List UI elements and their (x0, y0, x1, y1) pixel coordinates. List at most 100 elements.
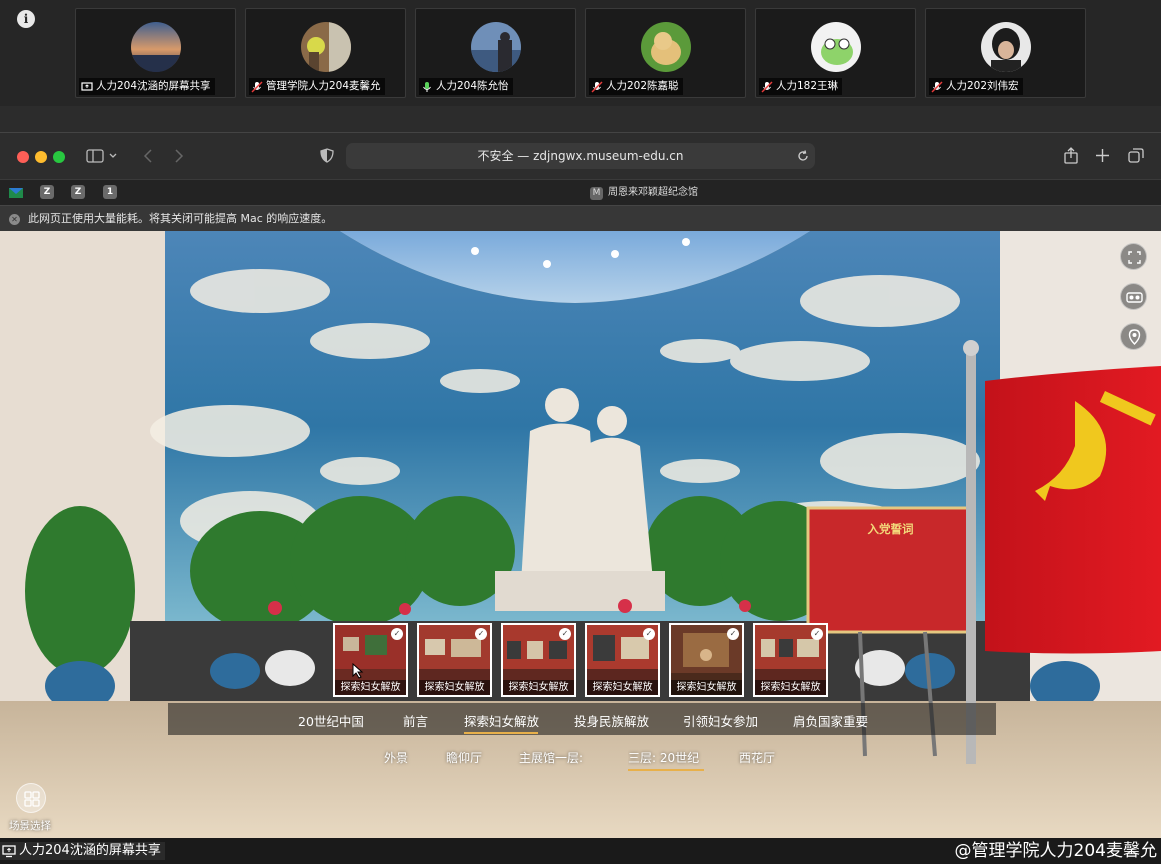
participant-tile[interactable]: 管理学院人力204麦馨允 (245, 8, 406, 98)
avatar (301, 22, 351, 72)
oath-board-title: 入党誓词 (867, 522, 914, 536)
panorama-viewport[interactable]: 入党誓词 ✓ 探索妇女解放 ✓ 探索妇女解放 ✓ 探索妇女解放 ✓ 探索妇女解放… (0, 231, 1161, 839)
participant-name-tag: 人力204沈涵的屏幕共享 (79, 78, 215, 95)
tab-title: 周恩来邓颖超纪念馆 (608, 187, 698, 198)
tab-overview-icon[interactable] (1128, 148, 1144, 163)
pinned-tab[interactable]: Z (71, 185, 85, 199)
sidebar-toggle-icon[interactable] (86, 149, 118, 163)
privacy-shield-icon[interactable] (320, 148, 334, 163)
scene-thumbnail[interactable]: ✓ 探索妇女解放 (501, 623, 576, 697)
scene-thumbnail[interactable]: ✓ 探索妇女解放 (585, 623, 660, 697)
hall-tab[interactable]: 主展馆一层: (519, 749, 583, 766)
back-arrow-icon[interactable] (143, 149, 153, 163)
visited-check-icon: ✓ (643, 628, 655, 640)
thumbnail-caption: 探索妇女解放 (587, 680, 658, 695)
active-section-indicator (464, 732, 538, 734)
mic-muted-icon (761, 80, 773, 93)
screen-share-label: 人力204沈涵的屏幕共享 (0, 842, 165, 860)
fullscreen-button[interactable] (1120, 243, 1147, 270)
avatar (471, 22, 521, 72)
maximize-window-button[interactable] (53, 151, 65, 163)
mic-muted-icon (591, 80, 603, 93)
section-tab[interactable]: 投身民族解放 (574, 711, 649, 730)
mic-muted-icon (251, 80, 263, 93)
scene-select-button[interactable] (16, 783, 46, 813)
scene-thumbnail[interactable]: ✓ 探索妇女解放 (753, 623, 828, 697)
bookmark-favicon-icon[interactable] (9, 186, 23, 200)
screen-share-icon (2, 845, 16, 858)
visited-check-icon: ✓ (559, 628, 571, 640)
browser-toolbar: 不安全 — zdjngwx.museum-edu.cn (0, 133, 1161, 179)
avatar (981, 22, 1031, 72)
vr-glasses-icon (1126, 292, 1143, 303)
section-tab[interactable]: 20世纪中国 (298, 711, 364, 730)
hall-tab[interactable]: 瞻仰厅 (446, 749, 482, 766)
thumbnail-caption: 探索妇女解放 (419, 680, 490, 695)
reload-icon[interactable] (797, 150, 809, 162)
meeting-status-bar: 人力204沈涵的屏幕共享 @管理学院人力204麦馨允 (0, 838, 1161, 864)
section-tab[interactable]: 前言 (403, 711, 428, 730)
address-bar[interactable]: 不安全 — zdjngwx.museum-edu.cn (346, 143, 815, 169)
pinned-tab[interactable]: Z (40, 185, 54, 199)
section-tab[interactable]: 引领妇女参加 (683, 711, 758, 730)
avatar (131, 22, 181, 72)
pinned-tab[interactable]: 1 (103, 185, 117, 199)
minimize-window-button[interactable] (35, 151, 47, 163)
participant-name-tag: 人力202陈嘉聪 (589, 78, 683, 95)
scene-thumbnail[interactable]: ✓ 探索妇女解放 (417, 623, 492, 697)
forward-arrow-icon[interactable] (174, 149, 184, 163)
visited-check-icon: ✓ (727, 628, 739, 640)
visited-check-icon: ✓ (391, 628, 403, 640)
hall-tab[interactable]: 外景 (384, 749, 408, 766)
participant-name: 人力202刘伟宏 (946, 80, 1019, 92)
info-icon[interactable]: i (17, 10, 35, 28)
participant-name: 人力204陈允怡 (436, 80, 509, 92)
vr-mode-button[interactable] (1120, 283, 1147, 310)
participant-tile[interactable]: 人力204陈允怡 (415, 8, 576, 98)
avatar (811, 22, 861, 72)
hall-nav: 外景 瞻仰厅 主展馆一层: 三层: 20世纪 西花厅 (0, 743, 1161, 771)
section-tab-active[interactable]: 探索妇女解放 (464, 711, 539, 730)
visited-check-icon: ✓ (475, 628, 487, 640)
browser-window: 不安全 — zdjngwx.museum-edu.cn Z Z 1 M 周恩来邓… (0, 132, 1161, 839)
new-tab-icon[interactable] (1096, 149, 1109, 162)
participant-name-tag: 人力202刘伟宏 (929, 78, 1023, 95)
tab-bar: Z Z 1 M 周恩来邓颖超纪念馆 (0, 179, 1161, 205)
energy-warning-banner: ✕ 此网页正使用大量能耗。将其关闭可能提高 Mac 的响应速度。 (0, 205, 1161, 231)
close-icon[interactable]: ✕ (9, 214, 20, 225)
grid-icon (24, 791, 40, 807)
mic-muted-icon (931, 80, 943, 93)
banner-text: 此网页正使用大量能耗。将其关闭可能提高 Mac 的响应速度。 (28, 212, 333, 225)
close-window-button[interactable] (17, 151, 29, 163)
participant-name: 人力204沈涵的屏幕共享 (96, 80, 211, 92)
url-text: 不安全 — zdjngwx.museum-edu.cn (477, 149, 684, 163)
participant-name-tag: 管理学院人力204麦馨允 (249, 78, 385, 95)
visited-check-icon: ✓ (811, 628, 823, 640)
cursor-icon (352, 663, 364, 679)
participant-tile[interactable]: 人力204沈涵的屏幕共享 (75, 8, 236, 98)
thumbnail-caption: 探索妇女解放 (503, 680, 574, 695)
location-pin-icon (1128, 329, 1141, 345)
active-speaker-label: @管理学院人力204麦馨允 (954, 841, 1157, 861)
participant-tile[interactable]: 人力202陈嘉聪 (585, 8, 746, 98)
exhibit-section-nav: 20世纪中国 前言 探索妇女解放 投身民族解放 引领妇女参加 肩负国家重要 (168, 703, 996, 735)
scene-thumbnail[interactable]: ✓ 探索妇女解放 (333, 623, 408, 697)
thumbnail-caption: 探索妇女解放 (671, 680, 742, 695)
share-icon[interactable] (1064, 147, 1078, 164)
participant-tile[interactable]: 人力202刘伟宏 (925, 8, 1086, 98)
separator (0, 106, 1161, 132)
hall-tab-active[interactable]: 三层: 20世纪 (628, 749, 704, 766)
scene-select-label: 场景选择 (9, 820, 51, 832)
thumbnail-caption: 探索妇女解放 (335, 680, 406, 695)
hall-tab[interactable]: 西花厅 (739, 749, 775, 766)
participant-name: 人力202陈嘉聪 (606, 80, 679, 92)
section-tab[interactable]: 肩负国家重要 (793, 711, 868, 730)
participant-strip: i 人力204沈涵的屏幕共享 管理学院人力204麦馨允 人力204陈允怡 人力2… (0, 0, 1161, 106)
mic-on-icon (423, 81, 431, 92)
tab-active[interactable]: M 周恩来邓颖超纪念馆 (590, 184, 698, 202)
scene-thumbnail[interactable]: ✓ 探索妇女解放 (669, 623, 744, 697)
location-button[interactable] (1120, 323, 1147, 350)
participant-tile[interactable]: 人力182王琳 (755, 8, 916, 98)
participant-name-tag: 人力182王琳 (759, 78, 843, 95)
avatar (641, 22, 691, 72)
